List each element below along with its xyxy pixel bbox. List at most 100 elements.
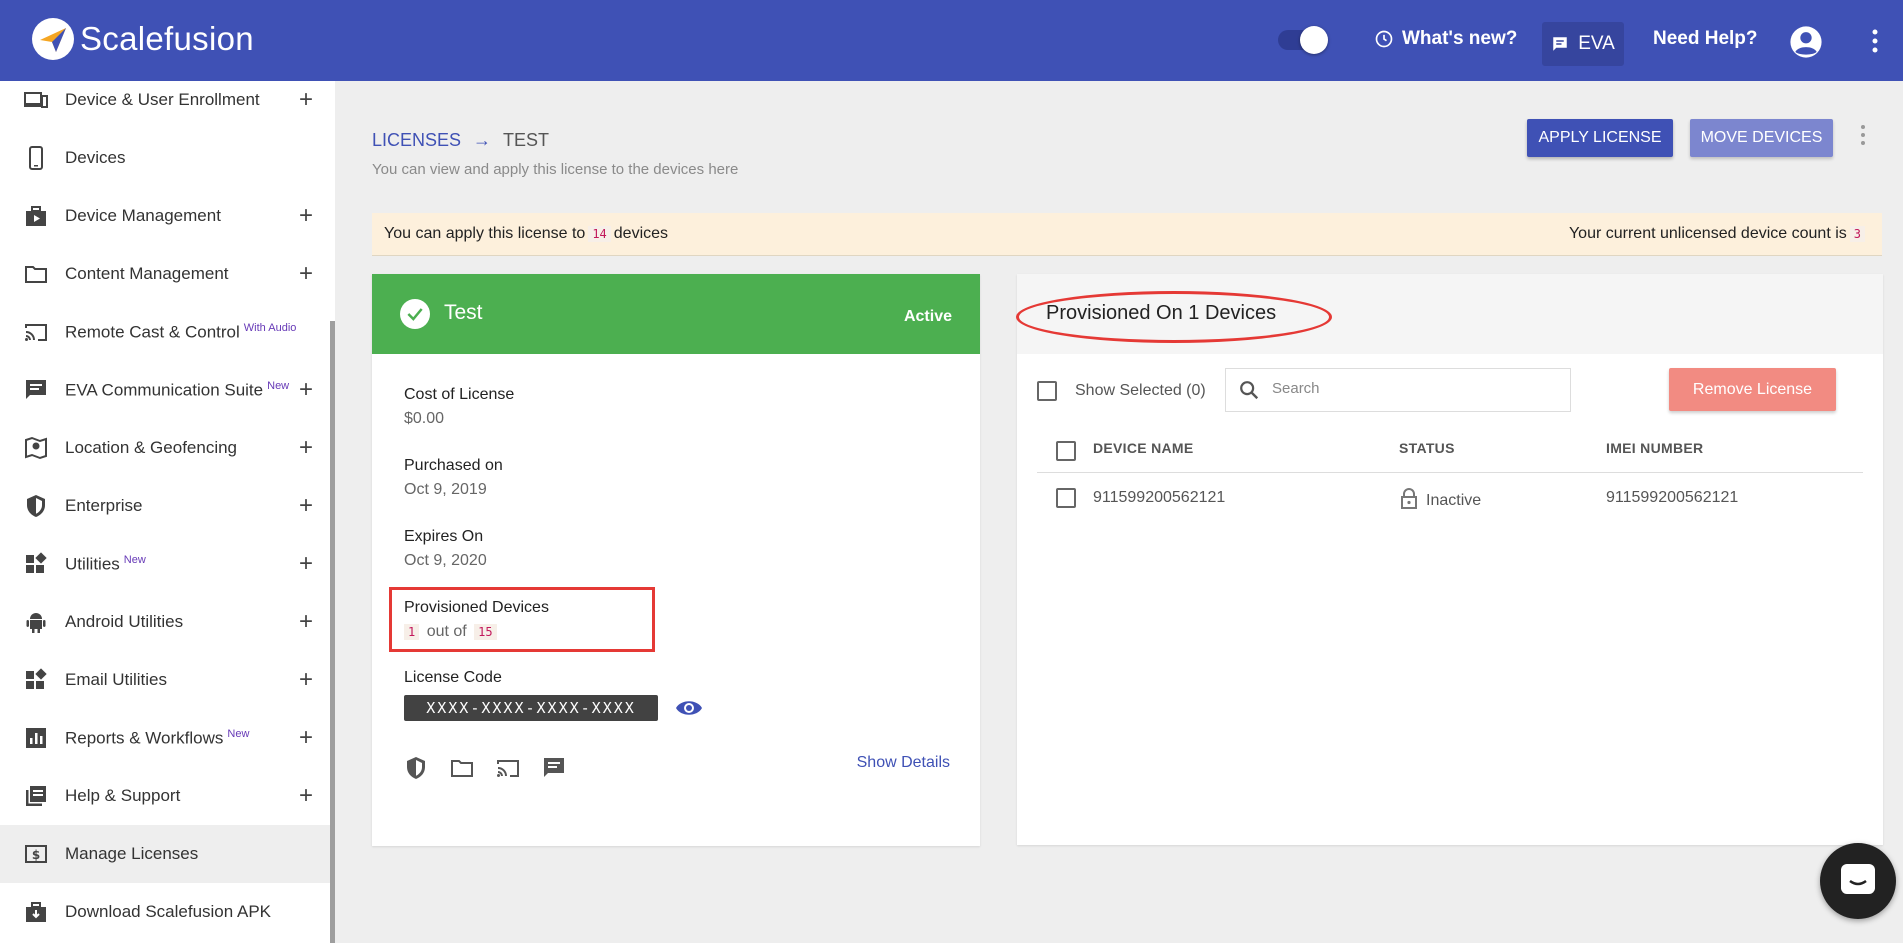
android-icon [26,613,46,633]
shield-icon[interactable] [404,756,428,780]
expand-plus-icon[interactable]: + [299,668,313,692]
show-details-link[interactable]: Show Details [857,754,950,772]
clock-icon [1375,30,1393,48]
sidebar-item-help-support[interactable]: Help & Support + [0,767,330,825]
expand-plus-icon[interactable]: + [299,494,313,518]
expand-plus-icon[interactable]: + [299,88,313,112]
purchased-field: Purchased on Oct 9, 2019 [404,457,503,499]
expand-plus-icon[interactable]: + [299,726,313,750]
show-selected-checkbox[interactable] [1037,381,1057,401]
sidebar-item-enterprise[interactable]: Enterprise + [0,477,330,535]
sidebar-item-label: Content Management [65,264,229,283]
expand-plus-icon[interactable]: + [299,552,313,576]
search-icon [1240,381,1259,400]
svg-text:$: $ [32,848,40,862]
sidebar-item-email-utilities[interactable]: Email Utilities + [0,651,330,709]
apply-count-text: You can apply this license to 14 devices [384,225,669,242]
eva-label: EVA [1578,33,1615,54]
sidebar-item-devices[interactable]: Devices [0,129,330,187]
sidebar-item-remote-cast[interactable]: Remote Cast & Control With Audio [0,303,330,361]
more-vert-icon[interactable] [1858,124,1868,146]
page-subtitle: You can view and apply this license to t… [372,161,739,178]
shield-icon [27,495,45,517]
provisioned-panel-header: Provisioned On 1 Devices [1016,274,1883,354]
sidebar-item-download-apk[interactable]: Download Scalefusion APK [0,883,330,941]
expires-field: Expires On Oct 9, 2020 [404,528,487,570]
expand-plus-icon[interactable]: + [299,204,313,228]
sidebar-scrollbar[interactable] [330,321,335,943]
sidebar-item-label: Enterprise [65,496,143,515]
sidebar-item-manage-licenses[interactable]: $ Manage Licenses [0,825,330,883]
search-box [1225,368,1571,412]
provisioned-devices-panel: Provisioned On 1 Devices Show Selected (… [1016,274,1883,845]
book-icon [26,786,46,806]
breadcrumb-licenses-link[interactable]: LICENSES [372,130,461,151]
whats-new-link[interactable]: What's new? [1374,28,1517,50]
expand-plus-icon[interactable]: + [299,436,313,460]
top-app-bar: Scalefusion What's new? EVA Need Help? [0,0,1903,81]
expand-plus-icon[interactable]: + [299,378,313,402]
expand-plus-icon[interactable]: + [299,784,313,808]
apply-license-button[interactable]: APPLY LICENSE [1527,119,1673,157]
chat-icon [26,380,46,399]
sidebar-item-label: Manage Licenses [65,844,199,863]
scalefusion-logo-icon [32,18,74,60]
widgets-icon [26,668,47,689]
sidebar-item-label: EVA Communication Suite New [65,379,290,400]
column-header-imei[interactable]: IMEI NUMBER [1606,440,1703,456]
eva-button[interactable]: EVA [1542,22,1624,66]
need-help-link[interactable]: Need Help? [1653,28,1758,50]
sidebar-item-label: Utilities New [65,553,146,574]
toggle-knob [1300,26,1328,54]
sidebar-item-eva-suite[interactable]: EVA Communication Suite New + [0,361,330,419]
brand-logo[interactable]: Scalefusion [32,18,254,60]
column-header-device-name[interactable]: DEVICE NAME [1093,440,1194,456]
sidebar-item-enrollment[interactable]: Device & User Enrollment + [0,81,330,129]
folder-icon [25,266,47,283]
license-code-field: License Code [404,669,502,687]
sidebar-item-android-utilities[interactable]: Android Utilities + [0,593,330,651]
brand-name: Scalefusion [80,20,254,57]
message-icon [1553,37,1567,51]
move-devices-button[interactable]: MOVE DEVICES [1690,119,1833,157]
chat-icon[interactable] [542,756,566,780]
expand-plus-icon[interactable]: + [299,262,313,286]
sidebar-item-device-management[interactable]: Device Management + [0,187,330,245]
license-status: Active [903,308,952,325]
search-input[interactable] [1270,379,1564,398]
status-cell: Inactive [1426,492,1482,509]
sidebar-item-utilities[interactable]: Utilities New + [0,535,330,593]
select-all-checkbox[interactable] [1056,441,1076,461]
theme-toggle[interactable] [1278,26,1328,54]
row-checkbox[interactable] [1056,488,1076,508]
expires-value: Oct 9, 2020 [404,552,487,569]
eye-icon[interactable] [675,698,703,718]
expand-plus-icon[interactable]: + [299,610,313,634]
sidebar-item-label: Download Scalefusion APK [65,902,272,921]
whats-new-label: What's new? [1402,28,1518,49]
remove-license-button[interactable]: Remove License [1669,368,1836,411]
license-code-value: XXXX-XXXX-XXXX-XXXX [404,695,658,721]
sidebar-item-label: Devices [65,148,126,167]
new-badge: New [267,379,290,392]
lock-icon [1401,488,1417,509]
more-vert-icon[interactable] [1869,28,1881,54]
download-icon [26,902,46,922]
cast-icon[interactable] [496,756,520,780]
sidebar-item-label: Device & User Enrollment [65,90,260,109]
new-badge: New [227,727,250,740]
need-help-label: Need Help? [1653,28,1758,49]
check-circle-icon [400,299,430,329]
folder-icon[interactable] [450,756,474,780]
account-avatar-icon[interactable] [1789,25,1823,59]
sidebar-item-location[interactable]: Location & Geofencing + [0,419,330,477]
sidebar-item-label: Remote Cast & Control With Audio [65,321,297,342]
widgets-icon [26,552,47,573]
cost-label: Cost of License [404,386,515,403]
license-code-label: License Code [404,669,502,686]
sidebar-item-content-management[interactable]: Content Management + [0,245,330,303]
column-header-status[interactable]: STATUS [1399,440,1455,456]
chat-launcher-button[interactable] [1820,843,1896,919]
device-name-cell[interactable]: 911599200562121 [1093,489,1225,507]
sidebar-item-reports[interactable]: Reports & Workflows New + [0,709,330,767]
